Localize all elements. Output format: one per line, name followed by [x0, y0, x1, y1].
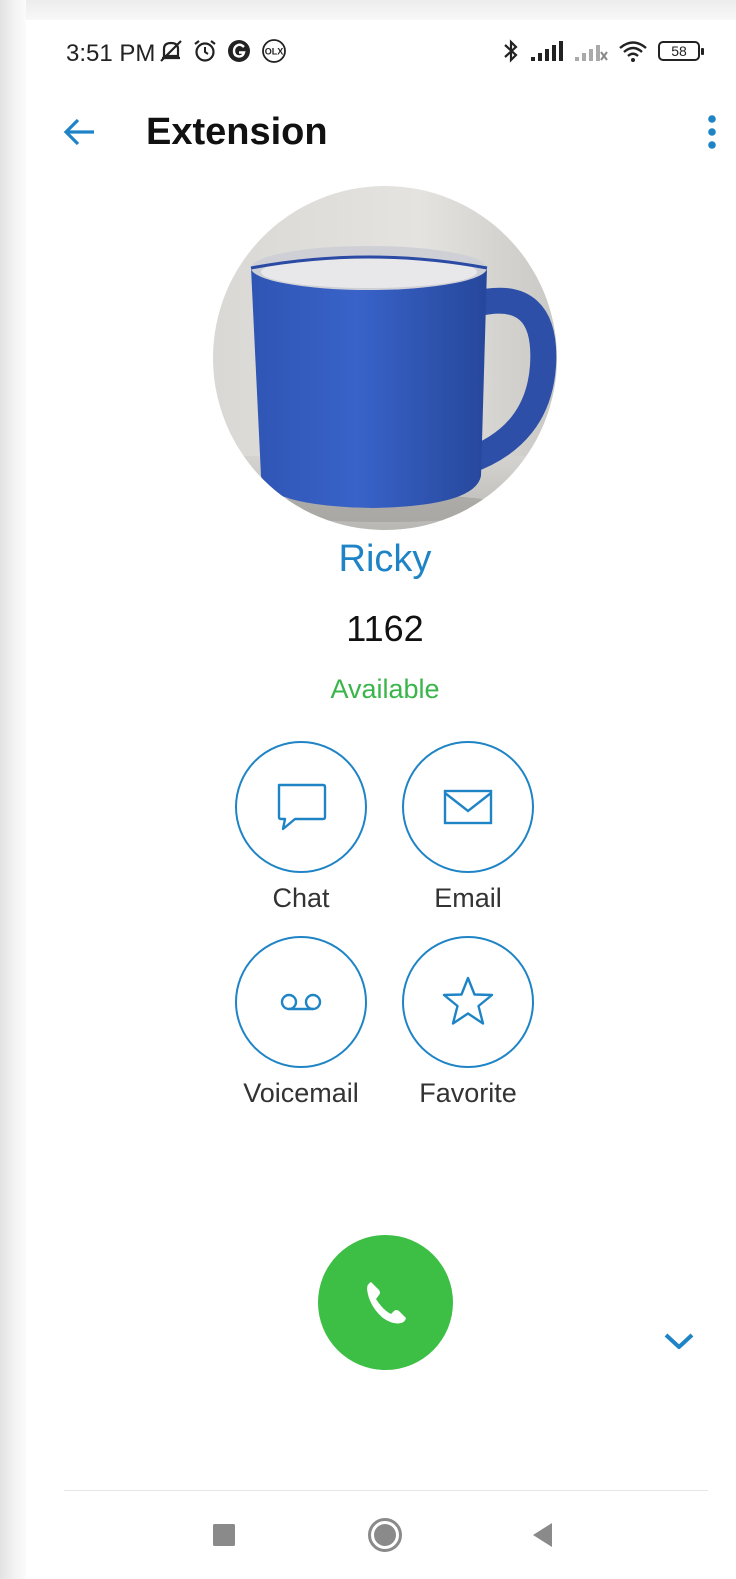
contact-extension: 1162 — [346, 608, 424, 649]
recent-apps-button[interactable] — [200, 1511, 248, 1559]
back-button[interactable] — [56, 108, 104, 156]
alarm-icon — [194, 40, 216, 62]
signal-icon — [531, 41, 563, 61]
avatar — [213, 186, 557, 530]
status-time: 3:51 PM — [66, 40, 156, 67]
chevron-down-icon — [664, 1333, 694, 1349]
status-bar: 3:51 PM OLX 58 — [26, 20, 736, 90]
call-button[interactable] — [318, 1235, 453, 1370]
g-app-icon — [228, 40, 250, 62]
square-icon — [213, 1524, 235, 1546]
system-nav-bar — [26, 1491, 736, 1579]
phone-screen: 3:51 PM OLX 58 Extension Ricky 1162 Avai… — [26, 20, 736, 1579]
voicemail-button[interactable] — [235, 936, 367, 1068]
home-circle-icon — [368, 1518, 402, 1552]
more-vert-icon — [708, 115, 716, 149]
voicemail-action: Voicemail — [211, 936, 391, 1109]
screenshot-shadow-top — [0, 0, 736, 20]
contact-name: Ricky — [338, 538, 432, 580]
signal-weak-icon — [575, 45, 608, 61]
svg-text:OLX: OLX — [265, 47, 284, 57]
app-bar: Extension — [26, 92, 736, 172]
home-button[interactable] — [361, 1511, 409, 1559]
voicemail-label: Voicemail — [243, 1078, 359, 1108]
email-label: Email — [434, 883, 502, 913]
bluetooth-icon — [504, 39, 518, 63]
page-title: Extension — [146, 111, 328, 153]
chat-bubble-icon — [277, 783, 327, 831]
status-icons-right: 58 — [502, 38, 704, 64]
email-button[interactable] — [402, 741, 534, 873]
wifi-icon — [619, 41, 647, 62]
more-options-button[interactable] — [688, 108, 736, 156]
chat-action: Chat — [211, 741, 391, 914]
favorite-button[interactable] — [402, 936, 534, 1068]
status-badge: Available — [330, 674, 440, 704]
blue-mug-photo — [213, 186, 557, 530]
status-icons-left: OLX — [158, 38, 288, 64]
phone-icon — [366, 1281, 406, 1323]
olx-app-icon: OLX — [262, 39, 286, 63]
arrow-left-icon — [63, 118, 94, 146]
chat-button[interactable] — [235, 741, 367, 873]
envelope-icon — [443, 789, 493, 825]
favorite-action: Favorite — [378, 936, 558, 1109]
muted-bell-icon — [160, 40, 182, 62]
star-icon — [442, 976, 494, 1025]
triangle-back-icon — [533, 1523, 552, 1547]
voicemail-icon — [280, 993, 322, 1011]
chat-label: Chat — [272, 883, 330, 913]
favorite-label: Favorite — [419, 1078, 517, 1108]
email-action: Email — [378, 741, 558, 914]
battery-icon: 58 — [658, 41, 704, 61]
expand-button[interactable] — [656, 1318, 702, 1364]
system-back-button[interactable] — [519, 1511, 567, 1559]
screenshot-shadow-left — [0, 0, 26, 1579]
